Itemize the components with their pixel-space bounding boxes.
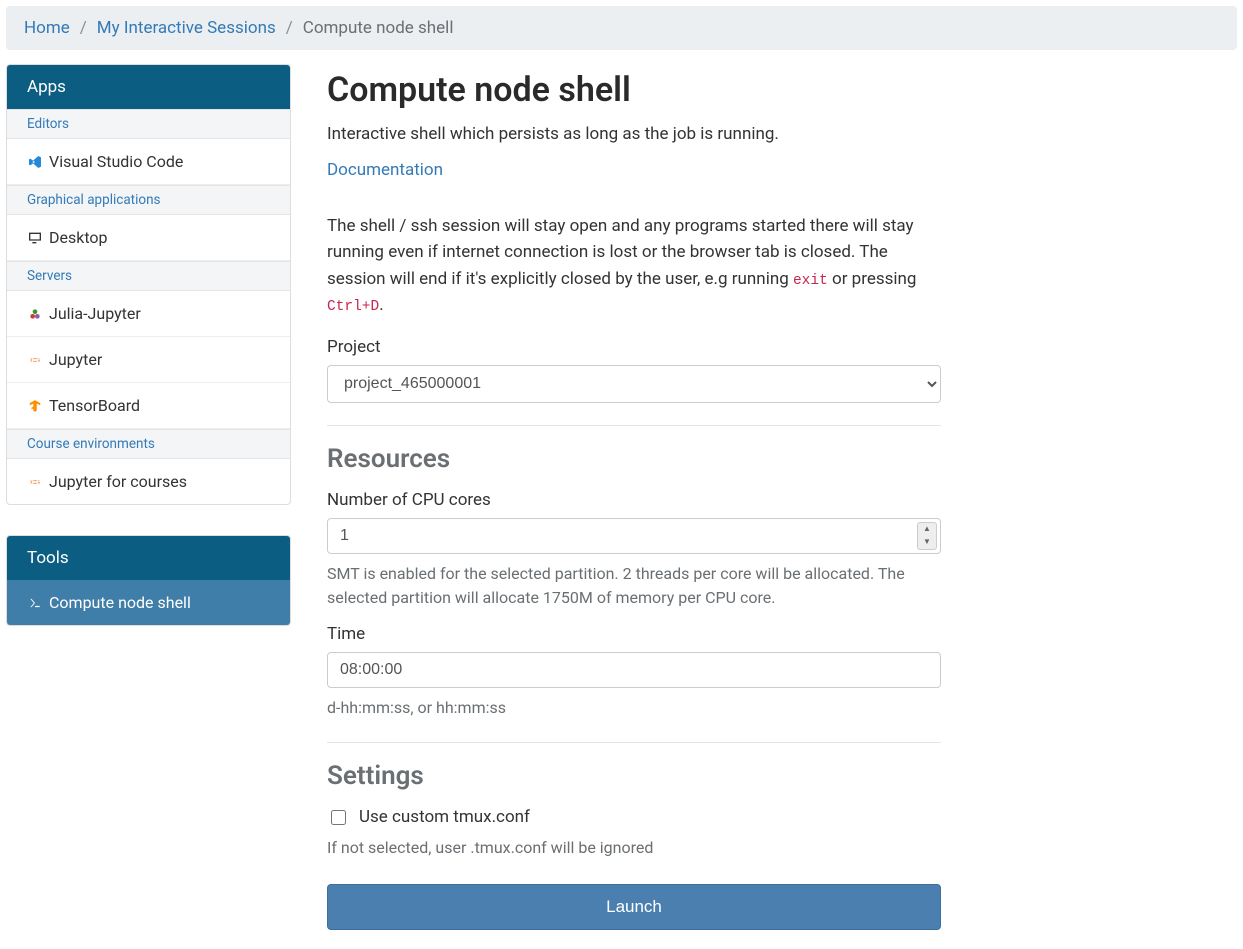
breadcrumb: Home / My Interactive Sessions / Compute… — [6, 6, 1237, 50]
breadcrumb-home[interactable]: Home — [24, 18, 70, 38]
sidebar-item-label: Visual Studio Code — [49, 152, 183, 171]
julia-icon — [27, 306, 43, 322]
tmux-checkbox[interactable] — [331, 810, 346, 825]
desc-text: . — [379, 295, 383, 315]
sidebar-item-jupyter-courses[interactable]: Jupyter for courses — [7, 459, 290, 504]
sidebar-item-label: Desktop — [49, 228, 108, 247]
breadcrumb-sessions[interactable]: My Interactive Sessions — [97, 18, 276, 38]
project-select[interactable]: project_465000001 — [327, 365, 941, 403]
breadcrumb-sep-icon: / — [80, 18, 87, 38]
settings-heading: Settings — [327, 761, 941, 791]
tmux-label: Use custom tmux.conf — [359, 807, 530, 827]
cpu-label: Number of CPU cores — [327, 490, 941, 510]
tools-panel: Tools Compute node shell — [6, 535, 291, 626]
breadcrumb-current: Compute node shell — [303, 18, 454, 38]
divider — [327, 425, 941, 426]
sidebar-item-vscode[interactable]: Visual Studio Code — [7, 139, 290, 185]
sidebar-item-label: Compute node shell — [49, 593, 191, 612]
sidebar-item-desktop[interactable]: Desktop — [7, 215, 290, 261]
vscode-icon — [27, 154, 43, 170]
main-content: Compute node shell Interactive shell whi… — [321, 64, 941, 930]
desc-text: or pressing — [828, 269, 917, 289]
sidebar-item-label: TensorBoard — [49, 396, 140, 415]
resources-heading: Resources — [327, 444, 941, 474]
group-servers: Servers — [7, 261, 290, 291]
spin-down-icon[interactable]: ▼ — [918, 536, 936, 549]
time-group: Time d-hh:mm:ss, or hh:mm:ss — [327, 624, 941, 720]
sidebar: Apps Editors Visual Studio Code Graphica… — [6, 64, 291, 656]
tools-panel-title: Tools — [7, 536, 290, 580]
time-label: Time — [327, 624, 941, 644]
page-title: Compute node shell — [327, 70, 941, 110]
group-editors: Editors — [7, 109, 290, 139]
terminal-icon — [27, 595, 43, 611]
cpu-help: SMT is enabled for the selected partitio… — [327, 562, 941, 610]
documentation-link[interactable]: Documentation — [327, 160, 443, 180]
desktop-icon — [27, 230, 43, 246]
group-graphical: Graphical applications — [7, 185, 290, 215]
tmux-help: If not selected, user .tmux.conf will be… — [327, 836, 941, 860]
sidebar-item-compute-shell[interactable]: Compute node shell — [7, 580, 290, 625]
sidebar-item-label: Jupyter for courses — [49, 472, 187, 491]
code-ctrld: Ctrl+D — [327, 299, 379, 315]
breadcrumb-sep-icon: / — [286, 18, 293, 38]
page-lead: Interactive shell which persists as long… — [327, 124, 941, 144]
divider — [327, 742, 941, 743]
apps-panel: Apps Editors Visual Studio Code Graphica… — [6, 64, 291, 505]
sidebar-item-label: Julia-Jupyter — [49, 304, 141, 323]
group-courses: Course environments — [7, 429, 290, 459]
spin-up-icon[interactable]: ▲ — [918, 523, 936, 536]
launch-button[interactable]: Launch — [327, 884, 941, 930]
sidebar-item-julia-jupyter[interactable]: Julia-Jupyter — [7, 291, 290, 337]
apps-panel-title: Apps — [7, 65, 290, 109]
cpu-group: Number of CPU cores ▲ ▼ SMT is enabled f… — [327, 490, 941, 610]
project-group: Project project_465000001 — [327, 337, 941, 403]
tensorflow-icon — [27, 398, 43, 414]
jupyter-icon — [27, 474, 43, 490]
time-help: d-hh:mm:ss, or hh:mm:ss — [327, 696, 941, 720]
time-input[interactable] — [327, 652, 941, 688]
project-label: Project — [327, 337, 941, 357]
page-description: The shell / ssh session will stay open a… — [327, 213, 941, 319]
cpu-input[interactable] — [327, 518, 941, 554]
number-spinner[interactable]: ▲ ▼ — [917, 522, 937, 550]
sidebar-item-tensorboard[interactable]: TensorBoard — [7, 383, 290, 429]
code-exit: exit — [793, 273, 828, 289]
tmux-group: Use custom tmux.conf If not selected, us… — [327, 807, 941, 860]
jupyter-icon — [27, 352, 43, 368]
sidebar-item-label: Jupyter — [49, 350, 102, 369]
sidebar-item-jupyter[interactable]: Jupyter — [7, 337, 290, 383]
